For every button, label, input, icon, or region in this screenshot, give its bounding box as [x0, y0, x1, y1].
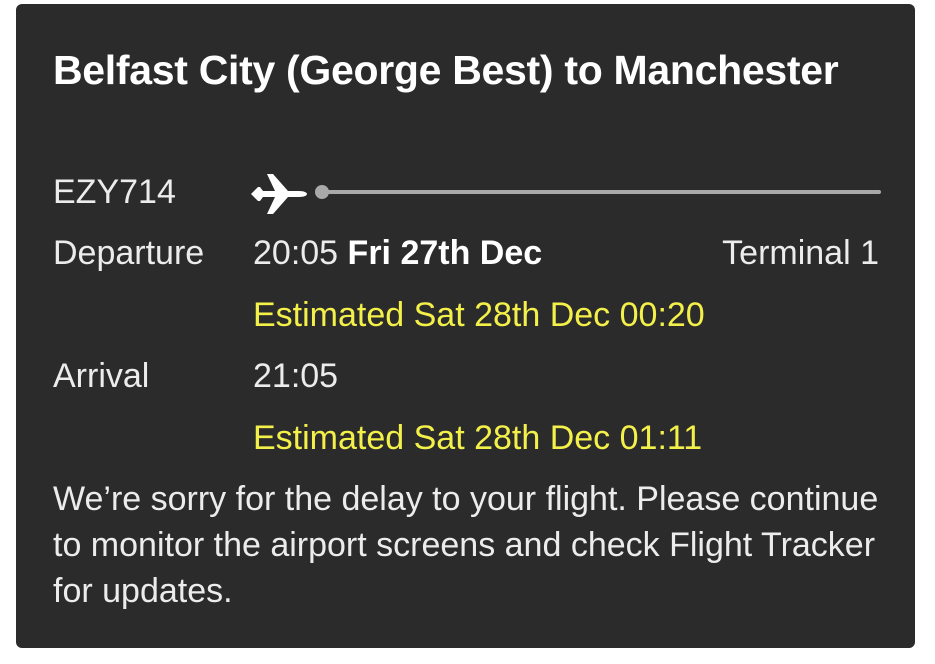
flight-progress-row: EZY714 — [53, 169, 881, 219]
departure-row: Departure 20:05 Fri 27th Dec Terminal 1 — [53, 230, 879, 276]
flight-status-card: Belfast City (George Best) to Manchester… — [16, 4, 915, 648]
flight-number: EZY714 — [53, 173, 176, 211]
departure-schedule: 20:05 Fri 27th Dec — [253, 230, 542, 276]
plane-icon — [249, 171, 309, 217]
departure-terminal: Terminal 1 — [722, 234, 879, 272]
arrival-estimate-row: Estimated Sat 28th Dec 01:11 — [53, 415, 879, 461]
arrival-row: Arrival 21:05 — [53, 353, 879, 399]
delay-notice: We’re sorry for the delay to your flight… — [53, 480, 879, 610]
arrival-estimate: Estimated Sat 28th Dec 01:11 — [253, 419, 703, 457]
departure-date: Fri 27th Dec — [347, 234, 543, 272]
route-title: Belfast City (George Best) to Manchester — [53, 47, 839, 93]
progress-track — [319, 190, 881, 194]
departure-time: 20:05 — [253, 234, 339, 272]
departure-estimate-row: Estimated Sat 28th Dec 00:20 — [53, 292, 879, 338]
departure-estimate: Estimated Sat 28th Dec 00:20 — [253, 296, 705, 334]
arrival-label: Arrival — [53, 357, 150, 395]
arrival-time: 21:05 — [253, 357, 339, 395]
departure-label: Departure — [53, 234, 205, 272]
